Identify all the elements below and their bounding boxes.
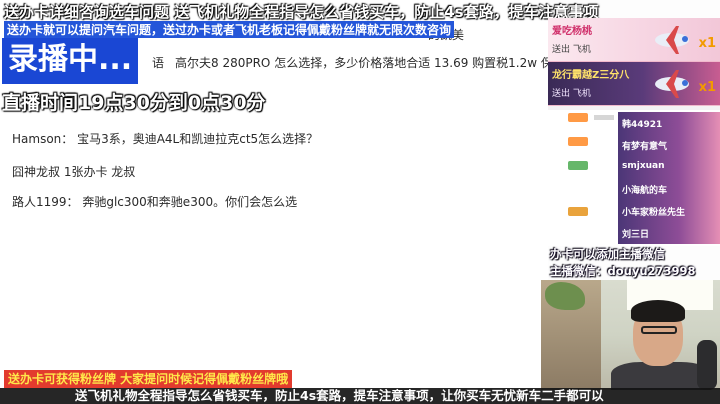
contact-line: 办卡可以添加主播微信 [550, 247, 665, 261]
list-item: 小海航的车 [618, 178, 720, 200]
gift-sender-name: 龙行霸越Z三分八 [552, 70, 630, 81]
live-time-caption: 直播时间19点30分到0点30分 [2, 92, 266, 114]
gift-card: 龙行霸越Z三分八 送出 飞机 x1 [548, 62, 720, 106]
doc-line-5: 路人1199： 奔驰glc300和奔驰e300。你们会怎么选 [12, 195, 298, 209]
gift-count: x1 [698, 36, 716, 51]
gift-list: 韩44921 有梦有意气 smjxuan 小海航的车 小车家粉丝先生 刘三日 [548, 110, 720, 246]
stream-screen: 的凯美 语 高尔夫8 280PRO 怎么选择，多少价格落地合适 13.69 购置… [0, 0, 720, 404]
list-item-label: 小海航的车 [622, 186, 668, 196]
list-item: 刘三日 [618, 222, 720, 244]
doc-line-2-prefix: 语 [152, 56, 165, 70]
plane-gift-icon [655, 26, 689, 54]
list-item [548, 158, 720, 174]
doc-line-3: Hamson： 宝马3系，奥迪A4L和凯迪拉克ct5怎么选择？ [12, 132, 319, 146]
gift-label: 送出 飞机 [552, 89, 591, 99]
list-item: 韩44921 [618, 112, 720, 134]
webcam-feed [541, 280, 720, 390]
wechat-id: 主播微信：douyu273998 [550, 264, 696, 278]
ticker-text: 送飞机礼物全程指导怎么省钱买车，防止4s套路，提车注意事项，让你买车无忧新车二手… [75, 388, 604, 403]
list-item [548, 204, 720, 220]
gift-panel: 爱吃杨桃 送出 飞机 x1 龙行霸越Z三分八 送出 飞机 x1 韩44921 有… [548, 18, 720, 246]
fans-badge-caption: 送办卡可获得粉丝牌 大家提问时候记得佩戴粉丝牌哦 [4, 370, 293, 388]
gift-count: x1 [698, 80, 716, 95]
sub-caption: 送办卡就可以提问汽车问题，送过办卡或者飞机老板记得佩戴粉丝牌就无限次数咨询 [4, 21, 455, 38]
doc-line-4: 囧神龙叔 1张办卡 龙叔 [12, 165, 136, 179]
gift-sender-name: 爱吃杨桃 [552, 26, 592, 37]
list-item-label: 韩44921 [622, 120, 663, 130]
plane-gift-icon [655, 70, 689, 98]
bottom-ticker: 送飞机礼物全程指导怎么省钱买车，防止4s套路，提车注意事项，让你买车无忧新车二手… [0, 388, 720, 404]
gift-card: 爱吃杨桃 送出 飞机 x1 [548, 18, 720, 62]
recording-badge: 录播中... [2, 38, 139, 84]
list-item-label: 有梦有意气 [622, 142, 668, 152]
doc-line-2: 高尔夫8 280PRO 怎么选择，多少价格落地合适 13.69 购置税1.2w … [175, 56, 553, 70]
list-item: 有梦有意气 [618, 134, 720, 156]
list-item-label: 刘三日 [622, 230, 650, 240]
gift-label: 送出 飞机 [552, 45, 591, 55]
top-caption: 送办卡详细咨询选车问题 送飞机礼物全程指导怎么省钱买车，防止4s套路，提车注意事… [4, 3, 599, 21]
contact-info: 办卡可以添加主播微信 主播微信：douyu273998 [548, 246, 720, 282]
